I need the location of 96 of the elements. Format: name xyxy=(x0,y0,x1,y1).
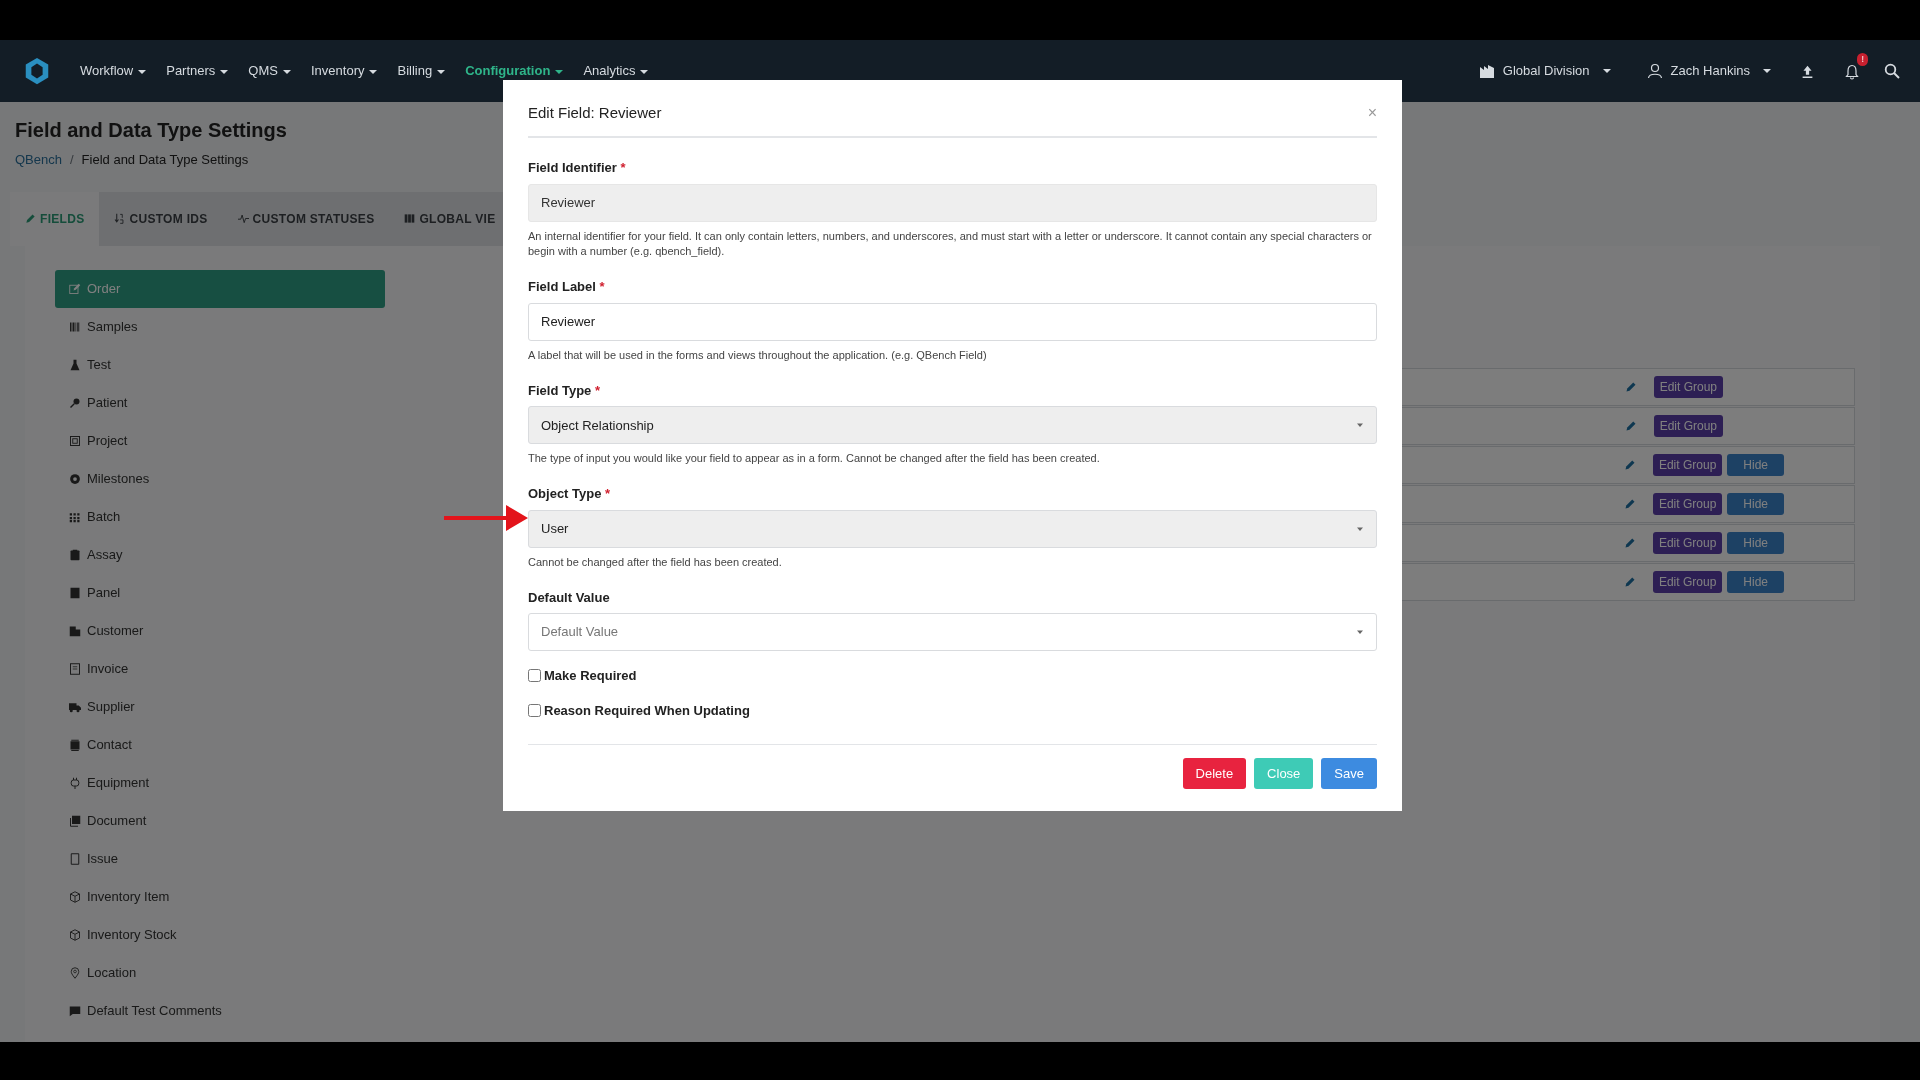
sidebar-item[interactable]: Contact xyxy=(55,725,385,764)
breadcrumb-link[interactable]: QBench xyxy=(15,150,62,170)
clipboard-icon xyxy=(69,548,81,561)
search-icon[interactable] xyxy=(1884,63,1900,79)
sidebar-item[interactable]: Batch xyxy=(55,497,385,536)
edit-group-button[interactable]: Edit Group xyxy=(1652,453,1723,476)
sidebar-item[interactable]: Samples xyxy=(55,307,385,346)
edit-group-button[interactable]: Edit Group xyxy=(1652,492,1723,515)
help-text: Cannot be changed after the field has been created. xyxy=(528,554,783,570)
sidebar-item[interactable]: Issue xyxy=(55,839,385,878)
sidebar-item[interactable]: Invoice xyxy=(55,649,385,688)
sidebar-item[interactable]: Project xyxy=(55,421,385,460)
hide-button[interactable]: Hide xyxy=(1727,453,1784,476)
pencil-icon[interactable] xyxy=(1624,419,1637,432)
user-menu[interactable]: Zach Hankins xyxy=(1646,61,1771,81)
nav-menu[interactable]: Workflow xyxy=(80,61,147,81)
nav-menu[interactable]: QMS xyxy=(248,61,291,81)
breadcrumb-separator: / xyxy=(70,151,74,169)
delete-button[interactable]: Delete xyxy=(1182,758,1247,790)
page-tab[interactable]: CUSTOM IDS xyxy=(99,191,223,246)
box-icon xyxy=(69,928,81,941)
checkbox-label: Reason Required When Updating xyxy=(544,701,750,720)
pencil-icon[interactable] xyxy=(1623,575,1636,588)
field-label: Default Value xyxy=(528,588,611,607)
save-button[interactable]: Save xyxy=(1321,758,1377,790)
pencil-icon[interactable] xyxy=(1623,497,1636,510)
grid-icon xyxy=(69,510,81,523)
box-icon xyxy=(69,890,81,903)
hide-button[interactable]: Hide xyxy=(1727,492,1784,515)
nav-menu[interactable]: Partners xyxy=(166,61,229,81)
comment-icon xyxy=(69,1004,81,1017)
select-field[interactable]: Default Value xyxy=(528,613,1377,652)
edit-group-button[interactable]: Edit Group xyxy=(1652,570,1723,593)
sidebar-item[interactable]: Document xyxy=(55,801,385,840)
truck-icon xyxy=(69,700,81,713)
sidebar-item[interactable]: Customer xyxy=(55,611,385,650)
nav-menu[interactable]: Inventory xyxy=(311,61,378,81)
sidebar-item[interactable]: Default Test Comments xyxy=(55,991,385,1030)
nav-menu[interactable]: Analytics xyxy=(583,61,649,81)
circle-icon xyxy=(69,472,81,485)
field-label: Field Label * xyxy=(528,278,606,297)
checkbox-label: Make Required xyxy=(544,667,637,686)
edit-group-button[interactable]: Edit Group xyxy=(1653,414,1723,437)
sidebar-item[interactable]: Milestones xyxy=(55,459,385,498)
breadcrumb-current: Field and Data Type Settings xyxy=(81,151,249,169)
pencil-icon xyxy=(25,213,36,224)
sidebar-item[interactable]: Test xyxy=(55,345,385,384)
sidebar-item[interactable]: Supplier xyxy=(55,687,385,726)
pulse-icon xyxy=(237,213,249,224)
sidebar-item[interactable]: Order xyxy=(55,269,385,308)
sidebar-item[interactable]: Inventory Stock xyxy=(55,915,385,954)
sidebar-item[interactable]: Equipment xyxy=(55,763,385,802)
division-menu[interactable]: Global Division xyxy=(1478,61,1611,81)
receipt-icon xyxy=(69,662,81,675)
pencil-icon[interactable] xyxy=(1623,536,1636,549)
hide-button[interactable]: Hide xyxy=(1727,570,1784,593)
close-button[interactable]: × xyxy=(1367,105,1377,121)
user-icon xyxy=(1646,63,1663,79)
checkbox[interactable] xyxy=(528,703,541,717)
file-icon xyxy=(69,852,81,865)
columns-icon xyxy=(404,213,416,224)
upload-icon[interactable] xyxy=(1801,64,1814,78)
nav-menu[interactable]: Configuration xyxy=(465,61,564,81)
pencil-icon[interactable] xyxy=(1623,458,1636,471)
modal-title: Edit Field: Reviewer xyxy=(528,104,662,122)
help-text: A label that will be used in the forms and views throughout the application. (e.g. QBench Field) xyxy=(528,347,988,363)
map-pin-icon xyxy=(69,966,81,979)
page-tab[interactable]: CUSTOM STATUSES xyxy=(222,191,390,246)
documents-icon xyxy=(69,814,81,827)
edit-group-button[interactable]: Edit Group xyxy=(1653,375,1723,398)
page-title: Field and Data Type Settings xyxy=(15,118,288,142)
pencil-square-icon xyxy=(69,282,81,295)
sidebar-item[interactable]: Inventory Item xyxy=(55,877,385,916)
nav-menu[interactable]: Billing xyxy=(397,61,446,81)
field-label: Field Type * xyxy=(528,381,601,400)
field-label: Field Identifier * xyxy=(528,159,627,177)
hide-button[interactable]: Hide xyxy=(1727,531,1784,554)
sidebar-item[interactable]: Location xyxy=(55,953,385,992)
edit-group-button[interactable]: Edit Group xyxy=(1652,531,1723,554)
checkbox[interactable] xyxy=(528,669,541,683)
field-label: Object Type * xyxy=(528,485,612,504)
sidebar-item[interactable]: Assay xyxy=(55,535,385,574)
plug-icon xyxy=(69,776,81,789)
bell-icon[interactable] xyxy=(1844,63,1860,80)
flask-icon xyxy=(69,358,81,371)
barcode-icon xyxy=(69,320,81,333)
building-icon xyxy=(69,624,81,637)
sidebar-item[interactable]: Patient xyxy=(55,383,385,422)
text-field[interactable]: Reviewer xyxy=(528,302,1377,341)
frame-icon xyxy=(69,434,81,447)
help-text: An internal identifier for your field. It can only contain letters, numbers, and underscores, and must start with a letter or underscore. It cannot contain any special characters or begin with a number (e.g. qbench_field). xyxy=(528,228,1373,260)
sort-icon xyxy=(114,213,126,224)
help-text: The type of input you would like your field to appear as in a form. Cannot be changed after the field has been created. xyxy=(528,451,1101,467)
sidebar-item[interactable]: Panel xyxy=(55,573,385,612)
notification-badge: ! xyxy=(1857,53,1868,67)
pencil-icon[interactable] xyxy=(1624,380,1637,393)
